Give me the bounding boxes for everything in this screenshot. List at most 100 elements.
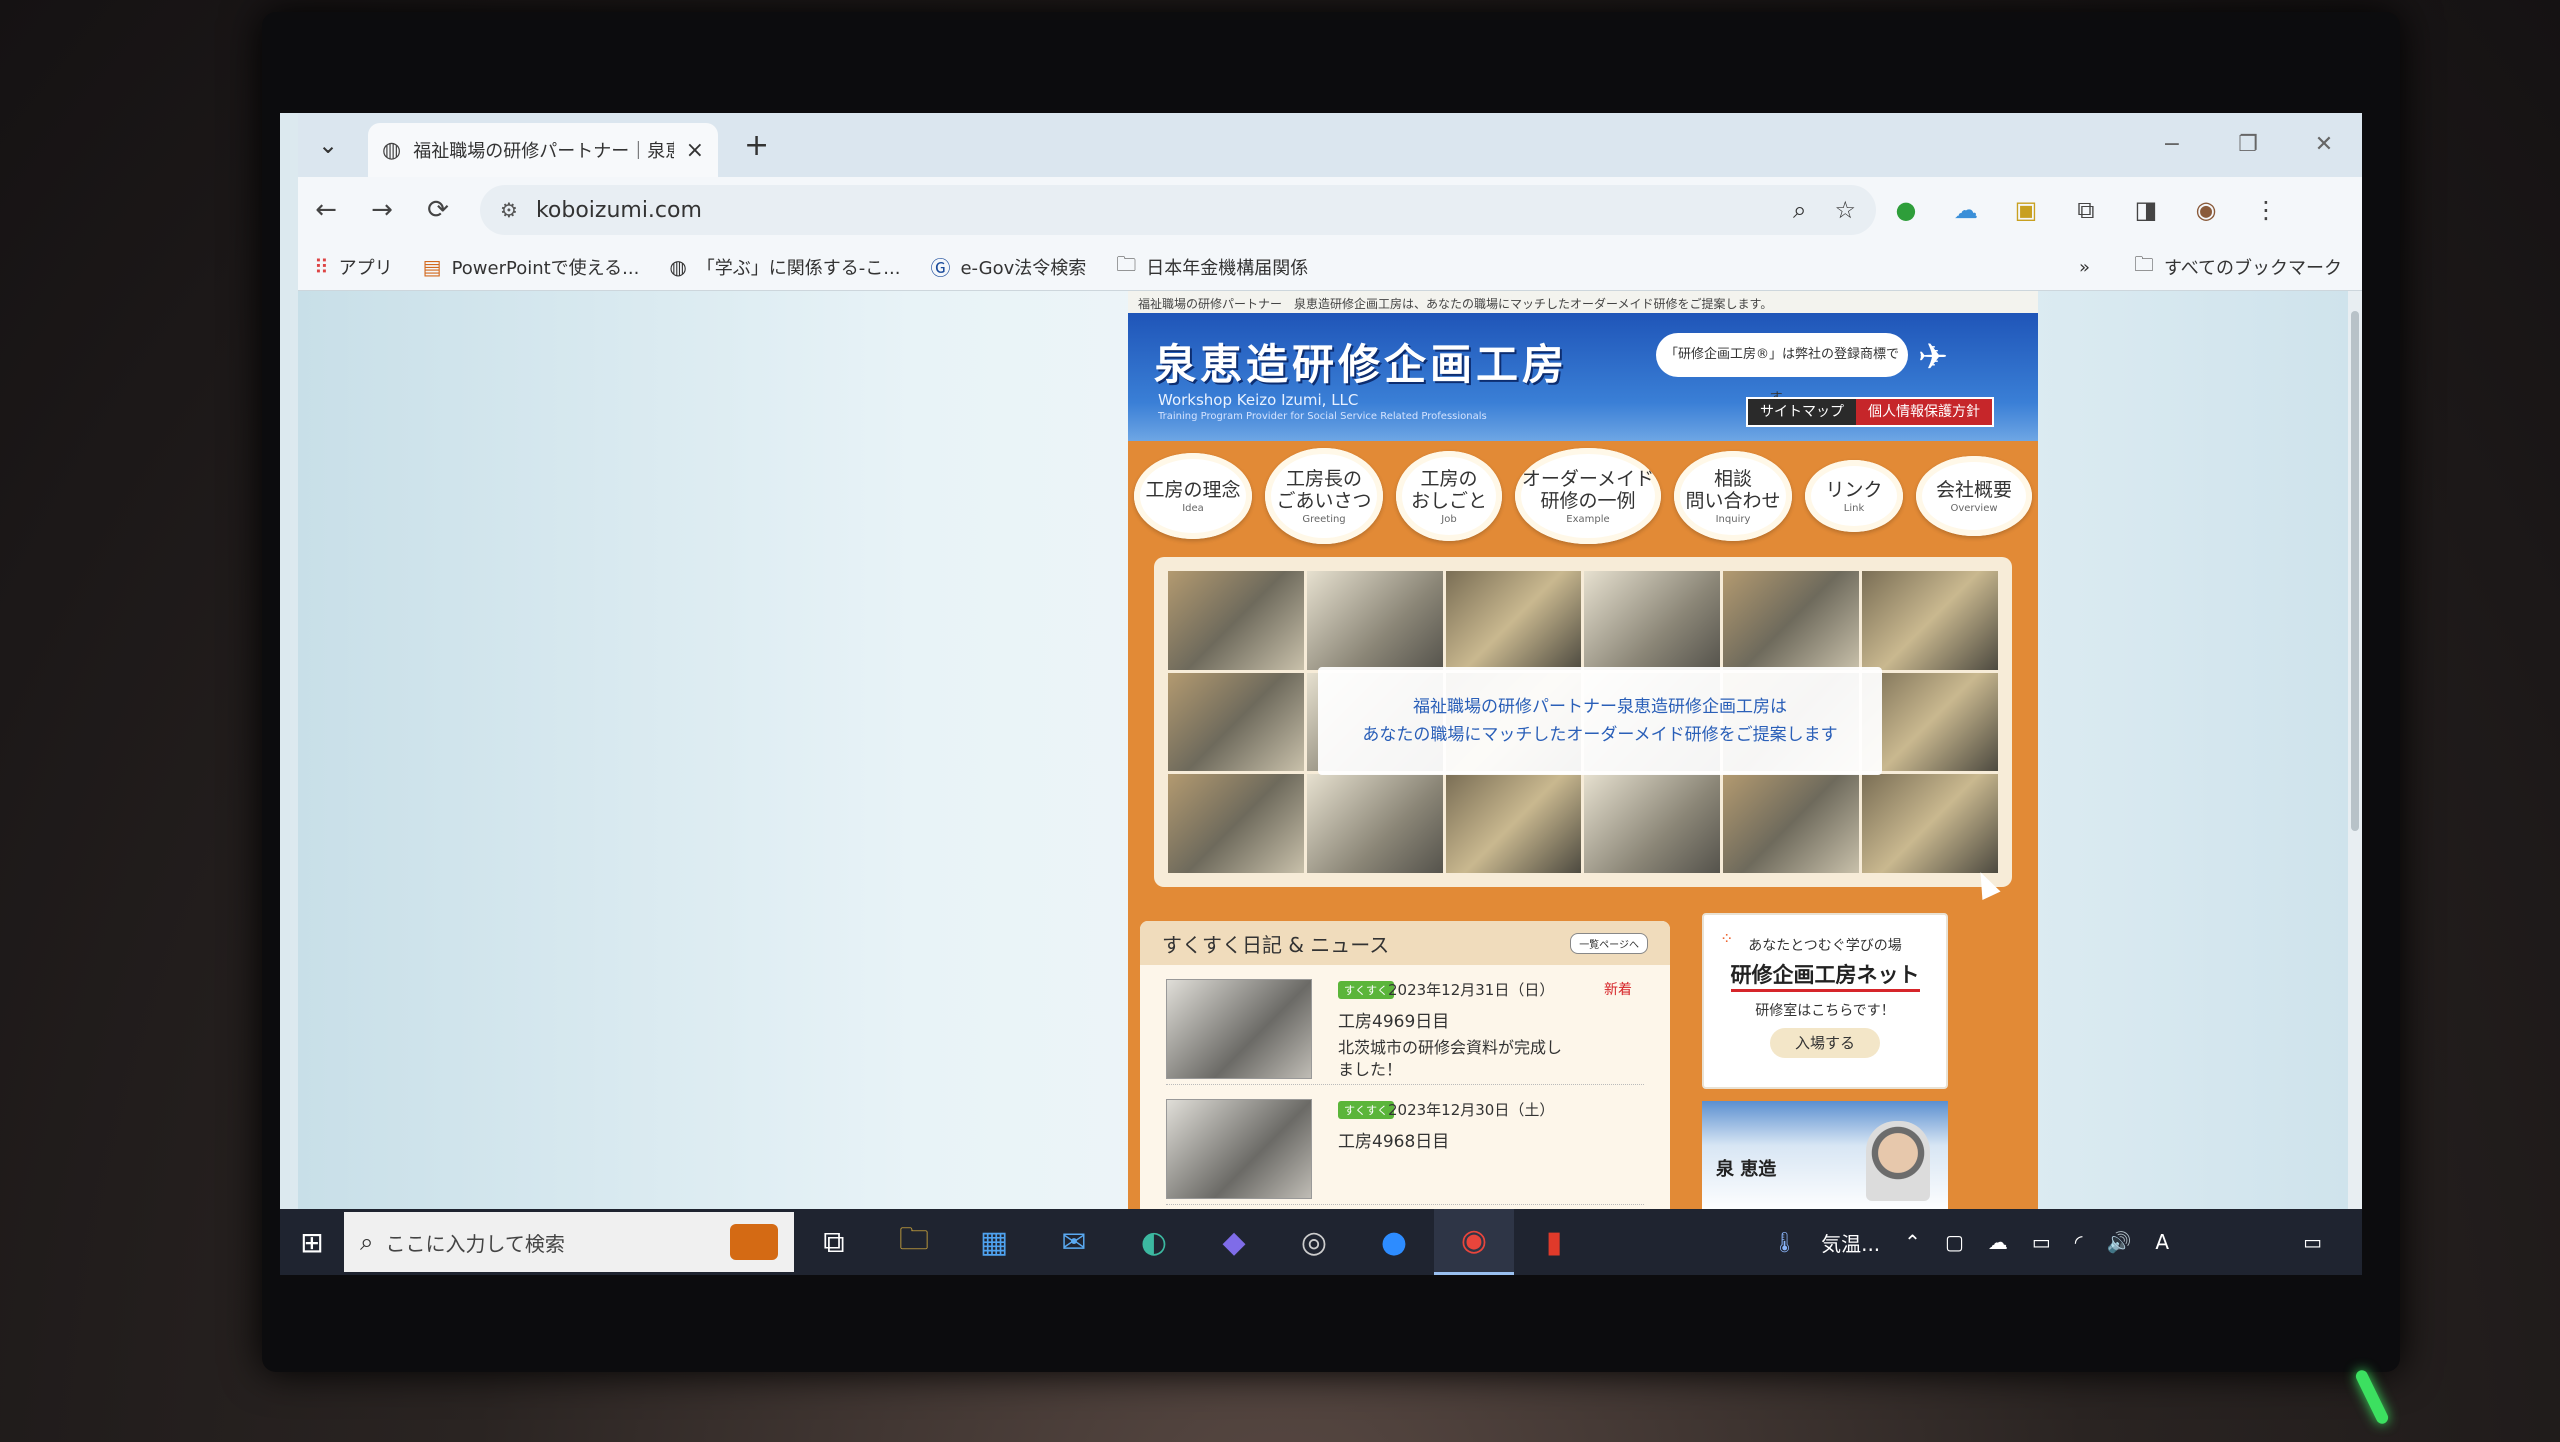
taskbar-search[interactable]: ⌕ ここに入力して検索 (344, 1212, 794, 1272)
entry-thumbnail[interactable] (1166, 1099, 1312, 1199)
entry-date: 2023年12月30日（土） (1388, 1101, 1555, 1119)
training-photo (1584, 571, 1721, 670)
nav-overview[interactable]: 会社概要 Overview (1916, 456, 2032, 536)
diary-list-button[interactable]: 一覧ページへ (1570, 932, 1648, 954)
list-item[interactable]: すくすく 2023年12月31日（日） 新着 工房4969日目 北茨城市の研修会… (1166, 965, 1644, 1085)
notifications-icon[interactable]: ▭ (2303, 1230, 2322, 1254)
training-photo (1723, 774, 1860, 873)
nav-inquiry[interactable]: 相談 問い合わせ Inquiry (1674, 451, 1792, 541)
training-photo (1862, 571, 1998, 670)
tab-close-button[interactable]: × (686, 138, 704, 163)
wifi-icon[interactable]: ◜ (2075, 1230, 2083, 1254)
search-placeholder[interactable]: ここに入力して検索 (385, 1228, 718, 1257)
new-tab-button[interactable]: + (744, 128, 769, 163)
url-text[interactable]: koboizumi.com (536, 198, 1765, 223)
website: 福祉職場の研修パートナー 泉恵造研修企画工房は、あなたの職場にマッチしたオーダー… (1128, 291, 2038, 1209)
side-panel-icon[interactable]: ◨ (2116, 196, 2176, 224)
windows-start-icon[interactable]: ⊞ (280, 1226, 344, 1259)
profile-name: 泉 恵造 (1716, 1159, 1777, 1180)
search-highlight-icon[interactable] (730, 1224, 778, 1260)
promo-banner[interactable]: ⁘ あなたとつむぐ学びの場 研修企画工房ネット 研修室はこちらです！ 入場する (1702, 913, 1948, 1089)
close-window-button[interactable]: ✕ (2286, 113, 2362, 177)
reload-button[interactable]: ⟳ (410, 195, 466, 225)
bookmark-egov[interactable]: Ⓖe-Gov法令検索 (930, 252, 1086, 281)
logo-english: Workshop Keizo Izumi, LLC (1158, 391, 1359, 409)
zoom-icon[interactable]: ● (1354, 1209, 1434, 1275)
portrait-photo (1866, 1121, 1930, 1201)
entry-tag: すくすく (1338, 981, 1394, 999)
minimize-button[interactable]: − (2134, 113, 2210, 177)
logo-subtitle: Training Program Provider for Social Ser… (1158, 411, 1487, 422)
entry-tag: すくすく (1338, 1101, 1394, 1119)
file-explorer-icon[interactable]: 🗀 (874, 1209, 954, 1275)
ime-indicator[interactable]: A (2155, 1230, 2169, 1254)
lower-section: すくすく日記 & ニュース 一覧ページへ すくすく 2023年12月31日（日）… (1140, 913, 2026, 1209)
tab-search-button[interactable]: ⌄ (306, 125, 350, 165)
extension-green-icon[interactable]: ● (1876, 196, 1936, 224)
all-bookmarks-button[interactable]: 🗀 すべてのブックマーク (2134, 250, 2342, 284)
meet-now-icon[interactable]: ▢ (1945, 1230, 1964, 1254)
office-icon[interactable]: ▮ (1514, 1209, 1594, 1275)
store-icon[interactable]: ▦ (954, 1209, 1034, 1275)
profile-avatar-icon[interactable]: ◉ (2176, 196, 2236, 224)
folder-icon: 🗀 (1116, 251, 1137, 276)
task-view-icon[interactable]: ⧉ (794, 1209, 874, 1275)
chevron-up-icon[interactable]: ⌃ (1904, 1230, 1921, 1254)
training-photo (1168, 774, 1304, 873)
address-bar[interactable]: ⚙ koboizumi.com ⌕ ☆ (480, 185, 1876, 235)
airplane-icon: ✈ (1918, 337, 1949, 378)
nav-idea[interactable]: 工房の理念 Idea (1134, 453, 1252, 539)
bookmark-label: PowerPointで使える... (451, 257, 640, 279)
battery-icon[interactable]: ▭ (2032, 1230, 2051, 1254)
nav-example[interactable]: オーダーメイド 研修の一例 Example (1515, 448, 1661, 544)
camera-icon[interactable]: ◎ (1274, 1209, 1354, 1275)
sitemap-link[interactable]: サイトマップ (1748, 399, 1856, 425)
bookmark-powerpoint[interactable]: ▤ PowerPointで使える... (423, 254, 640, 280)
browser-tab[interactable]: ◍ 福祉職場の研修パートナー｜泉恵造 × (368, 123, 718, 177)
site-logo[interactable]: 泉恵造研修企画工房 (1154, 331, 1568, 392)
back-button[interactable]: ← (298, 195, 354, 225)
bookmark-manabu[interactable]: ◍ 「学ぶ」に関係する-こ... (669, 254, 900, 280)
entry-title[interactable]: 工房4969日目 (1338, 1007, 1449, 1032)
entry-title[interactable]: 工房4968日目 (1338, 1127, 1449, 1152)
extension-image-icon[interactable]: ▣ (1996, 196, 2056, 224)
bookmark-label: 日本年金機構届関係 (1146, 257, 1309, 279)
vertical-scrollbar[interactable] (2348, 291, 2362, 1209)
global-nav: 工房の理念 Idea 工房長の ごあいさつ Greeting 工房の おしごと Job… (1128, 441, 2038, 551)
restore-button[interactable]: ❐ (2210, 113, 2286, 177)
bookmark-folder-nenkin[interactable]: 🗀 日本年金機構届関係 (1116, 250, 1308, 284)
privacy-policy-link[interactable]: 個人情報保護方針 (1856, 399, 1992, 425)
chrome-icon[interactable]: ◉ (1434, 1209, 1514, 1275)
onedrive-icon[interactable]: ☁ (1936, 196, 1996, 224)
powerpoint-icon: ▤ (422, 254, 442, 279)
nav-link[interactable]: リンク Link (1805, 460, 1903, 532)
bookmark-star-icon[interactable]: ☆ (1834, 196, 1856, 224)
zoom-icon[interactable]: ⌕ (1793, 196, 1806, 224)
training-photo (1445, 571, 1582, 670)
nav-greeting[interactable]: 工房長の ごあいさつ Greeting (1265, 448, 1383, 544)
speaker-icon[interactable]: 🔊 (2107, 1230, 2132, 1254)
profile-banner[interactable]: 泉 恵造 (1702, 1101, 1948, 1209)
edge-icon[interactable]: ◐ (1114, 1209, 1194, 1275)
nav-job[interactable]: 工房の おしごと Job (1396, 451, 1502, 541)
nav-sublabel: Overview (1950, 502, 1998, 514)
nav-label: 会社概要 (1935, 478, 2012, 501)
extensions-puzzle-icon[interactable]: ⧉ (2056, 196, 2116, 224)
weather-widget[interactable]: 気温... (1821, 1228, 1880, 1257)
entry-thumbnail[interactable] (1166, 979, 1312, 1079)
menu-kebab-icon[interactable]: ⋮ (2236, 196, 2296, 224)
mail-icon[interactable]: ✉ (1034, 1209, 1114, 1275)
bookmark-apps[interactable]: ⠿ アプリ (314, 254, 393, 280)
nav-sublabel: Inquiry (1715, 513, 1751, 525)
scrollbar-thumb[interactable] (2351, 311, 2359, 831)
forward-button[interactable]: → (354, 195, 410, 225)
list-item[interactable]: すくすく 2023年12月30日（土） 工房4968日目 (1166, 1085, 1644, 1205)
bing-icon[interactable]: ◆ (1194, 1209, 1274, 1275)
new-badge: 新着 (1604, 982, 1632, 998)
onedrive-icon[interactable]: ☁ (1988, 1230, 2008, 1254)
hero-caption: 福祉職場の研修パートナー泉恵造研修企画工房は あなたの職場にマッチしたオーダーメ… (1318, 667, 1882, 775)
entry-body: 北茨城市の研修会資料が完成しました！ (1338, 1038, 1563, 1079)
bookmarks-overflow-button[interactable]: » (2079, 257, 2090, 278)
site-info-icon[interactable]: ⚙ (500, 198, 518, 222)
enter-button[interactable]: 入場する (1770, 1028, 1880, 1058)
